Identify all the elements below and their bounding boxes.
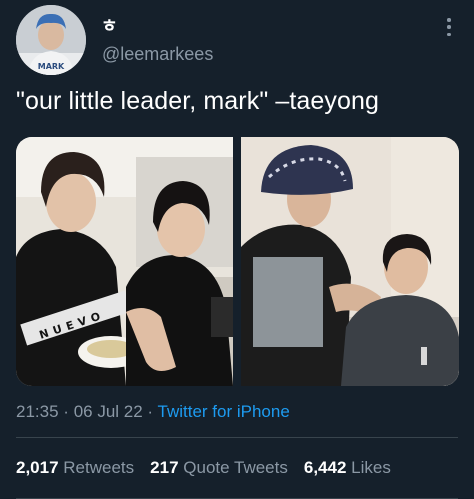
meta-separator: ·	[147, 402, 154, 421]
photo-2-image	[241, 137, 459, 386]
quotes-count: 217	[150, 458, 179, 477]
tweet-media: NUEVO	[16, 137, 459, 386]
tweet-source-link[interactable]: Twitter for iPhone	[158, 402, 290, 421]
tweet-time[interactable]: 21:35	[16, 402, 59, 421]
likes-count: 6,442	[303, 458, 347, 477]
author-handle[interactable]: @leemarkees	[102, 44, 213, 65]
tweet-photo-2[interactable]	[241, 137, 459, 386]
avatar[interactable]: MARK	[16, 5, 86, 75]
likes-stat[interactable]: 6,442 Likes	[304, 458, 391, 478]
more-options-icon[interactable]	[446, 18, 452, 36]
retweets-count: 2,017	[16, 458, 59, 477]
quotes-label: Quote Tweets	[183, 458, 288, 477]
tweet-date[interactable]: 06 Jul 22	[74, 402, 143, 421]
likes-label: Likes	[351, 458, 391, 477]
tweet-stats: 2,017 Retweets 217 Quote Tweets 6,442 Li…	[16, 458, 391, 478]
retweets-stat[interactable]: 2,017 Retweets	[16, 458, 134, 478]
tweet-meta: 21:35 · 06 Jul 22 · Twitter for iPhone	[16, 402, 290, 422]
tweet-photo-1[interactable]: NUEVO	[16, 137, 233, 386]
tweet-text: "our little leader, mark" –taeyong	[16, 87, 380, 115]
divider	[16, 437, 458, 438]
author-display-name[interactable]: ㅎ	[101, 12, 118, 38]
retweets-label: Retweets	[63, 458, 135, 477]
meta-separator: ·	[63, 402, 69, 421]
avatar-jersey-text: MARK	[38, 62, 65, 71]
avatar-image: MARK	[16, 5, 86, 75]
photo-1-image: NUEVO	[16, 137, 233, 386]
quote-tweets-stat[interactable]: 217 Quote Tweets	[150, 458, 288, 478]
